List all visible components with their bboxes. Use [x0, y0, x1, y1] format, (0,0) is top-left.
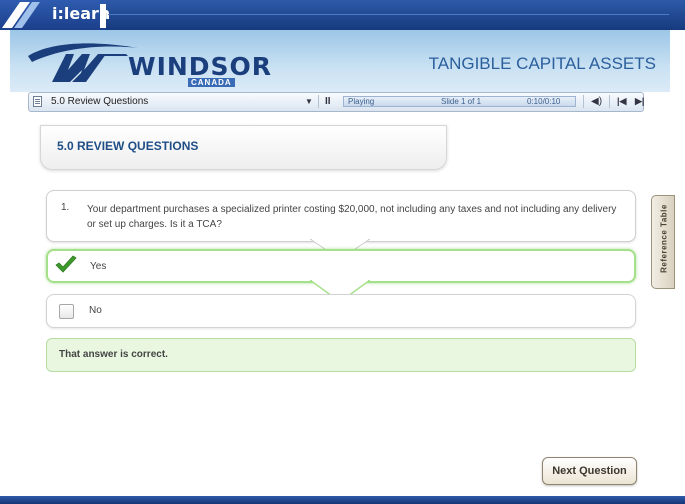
question-number: 1.: [61, 202, 70, 213]
next-slide-button[interactable]: ▶|: [635, 96, 644, 107]
answer-option-label: Yes: [90, 261, 107, 272]
menu-icon[interactable]: [33, 96, 42, 107]
section-title-card: 5.0 REVIEW QUESTIONS: [40, 125, 447, 170]
playback-state: Playing: [348, 97, 375, 106]
question-box: 1. Your department purchases a specializ…: [46, 190, 636, 242]
answer-option-yes[interactable]: Yes: [46, 249, 636, 283]
chevron-down-icon[interactable]: ▼: [305, 97, 313, 106]
previous-slide-button[interactable]: |◀: [617, 96, 626, 107]
feedback-message: That answer is correct.: [46, 338, 636, 372]
pause-button[interactable]: II: [325, 96, 331, 107]
windsor-logo-text: WINDSOR: [128, 52, 273, 81]
next-question-button[interactable]: Next Question: [542, 457, 637, 485]
course-header: WINDSOR CANADA TANGIBLE CAPITAL ASSETS: [10, 30, 670, 92]
reference-table-tab[interactable]: Reference Table: [651, 195, 675, 289]
answer-option-label: No: [89, 305, 102, 316]
slide-select-dropdown[interactable]: 5.0 Review Questions: [51, 96, 148, 107]
answer-option-no[interactable]: No: [46, 294, 636, 328]
player-control-bar: 5.0 Review Questions ▼ II Playing Slide …: [28, 92, 644, 112]
question-text: Your department purchases a specialized …: [87, 204, 617, 230]
ilearn-arrow-icon: [2, 2, 40, 28]
bottom-bar: [0, 496, 685, 504]
reference-table-label: Reference Table: [659, 204, 669, 273]
app-logo: i:learn: [0, 0, 110, 30]
divider: [100, 4, 106, 28]
divider: [108, 14, 669, 15]
feedback-text: That answer is correct.: [59, 349, 168, 360]
divider: [609, 95, 610, 108]
course-title: TANGIBLE CAPITAL ASSETS: [428, 54, 656, 73]
volume-icon[interactable]: ◀): [591, 96, 602, 107]
section-title: 5.0 REVIEW QUESTIONS: [57, 139, 199, 153]
windsor-logo-swoosh-icon: [28, 43, 138, 82]
top-bar: i:learn: [0, 0, 685, 30]
windsor-logo-subtext: CANADA: [188, 78, 235, 87]
checkmark-icon: [55, 255, 77, 273]
divider: [583, 95, 584, 108]
playback-time: 0:10/0:10: [527, 97, 561, 106]
divider: [318, 95, 319, 108]
checkbox[interactable]: [59, 304, 74, 319]
slide-counter: Slide 1 of 1: [441, 97, 482, 106]
